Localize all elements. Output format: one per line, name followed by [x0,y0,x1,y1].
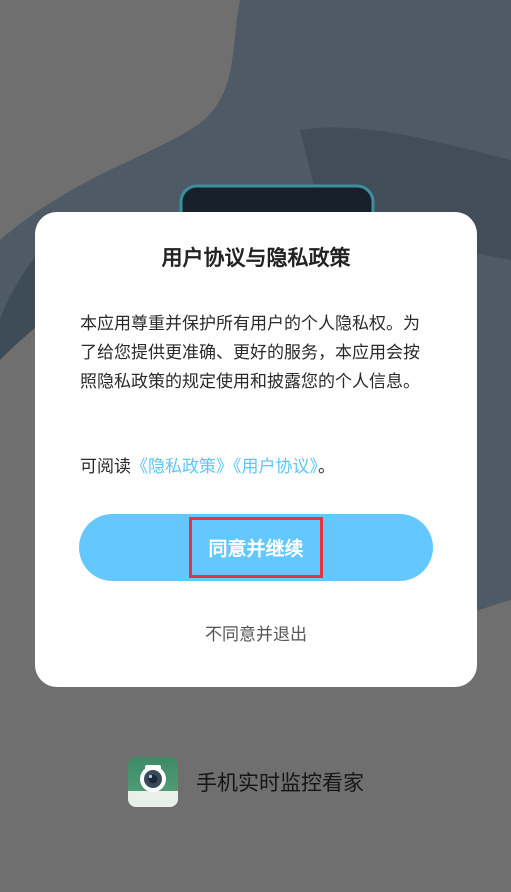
policy-links-line: 可阅读《隐私政策》《用户协议》。 [80,452,335,477]
app-name: 手机实时监控看家 [196,771,364,795]
privacy-dialog: 用户协议与隐私政策 本应用尊重并保护所有用户的个人隐私权。为了给您提供更准确、更… [35,212,477,687]
links-prefix: 可阅读 [80,457,131,477]
user-agreement-link[interactable]: 《用户协议》 [233,457,318,477]
decline-exit-button[interactable]: 不同意并退出 [35,620,477,645]
camera-icon [128,757,178,807]
agree-continue-label: 同意并继续 [189,517,323,578]
dialog-body-text: 本应用尊重并保护所有用户的个人隐私权。为了给您提供更准确、更好的服务，本应用会按… [80,314,420,392]
dialog-title: 用户协议与隐私政策 [161,246,351,270]
links-suffix: 。 [318,457,335,477]
privacy-policy-link[interactable]: 《隐私政策》 [131,457,233,477]
agree-continue-button[interactable]: 同意并继续 [79,514,433,581]
app-branding: 手机实时监控看家 [128,757,364,807]
